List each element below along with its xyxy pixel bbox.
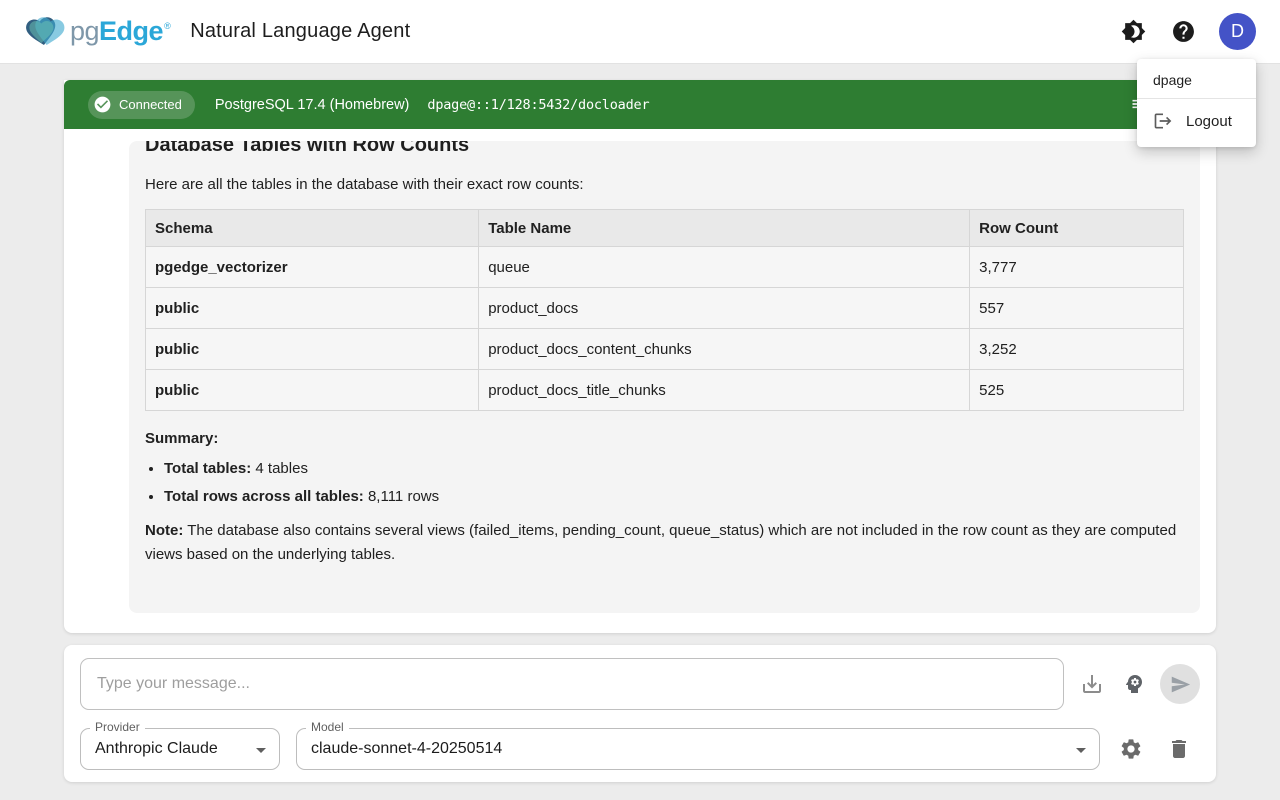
pgedge-logo-icon	[24, 13, 68, 51]
cell-schema: public	[146, 288, 479, 329]
cell-row-count: 3,777	[970, 247, 1184, 288]
psychology-icon	[1122, 672, 1146, 696]
trash-icon	[1167, 737, 1191, 761]
summary-list: Total tables: 4 tables Total rows across…	[145, 460, 1184, 505]
app-header: pgEdge® Natural Language Agent D	[0, 0, 1280, 64]
help-button[interactable]	[1169, 18, 1197, 46]
help-icon	[1171, 19, 1196, 44]
summary-label: Summary:	[145, 430, 1184, 447]
ai-insights-button[interactable]	[1115, 665, 1153, 703]
cell-row-count: 525	[970, 370, 1184, 411]
chevron-down-icon	[1076, 748, 1086, 753]
model-row: Provider Anthropic Claude Model claude-s…	[80, 728, 1200, 770]
table-row: pgedge_vectorizer queue 3,777	[146, 247, 1184, 288]
header-table-name: Table Name	[479, 210, 970, 247]
cell-schema: public	[146, 370, 479, 411]
connected-badge: Connected	[88, 91, 195, 119]
pgedge-logo: pgEdge®	[24, 13, 170, 51]
logout-menu-item[interactable]: Logout	[1137, 99, 1256, 143]
message-intro: Here are all the tables in the database …	[145, 176, 1184, 193]
model-select[interactable]: Model claude-sonnet-4-20250514	[296, 728, 1100, 770]
connected-badge-label: Connected	[119, 97, 182, 112]
user-menu: dpage Logout	[1137, 59, 1256, 147]
download-button[interactable]	[1073, 665, 1111, 703]
chat-card: Connected PostgreSQL 17.4 (Homebrew) dpa…	[64, 80, 1216, 633]
settings-button[interactable]	[1112, 730, 1150, 768]
pgedge-logo-text: pgEdge®	[70, 16, 170, 47]
cell-table-name: product_docs_title_chunks	[479, 370, 970, 411]
header-schema: Schema	[146, 210, 479, 247]
logout-icon	[1153, 111, 1173, 131]
menu-username: dpage	[1137, 59, 1256, 98]
table-header-row: Schema Table Name Row Count	[146, 210, 1184, 247]
connection-string: dpage@::1/128:5432/docloader	[427, 97, 649, 113]
provider-select-value: Anthropic Claude	[95, 740, 218, 758]
cell-schema: public	[146, 329, 479, 370]
cell-table-name: product_docs	[479, 288, 970, 329]
dark-mode-icon	[1121, 19, 1146, 44]
connection-status-bar: Connected PostgreSQL 17.4 (Homebrew) dpa…	[64, 80, 1216, 129]
check-circle-icon	[93, 95, 112, 114]
header-row-count: Row Count	[970, 210, 1184, 247]
composer-row	[80, 658, 1200, 710]
model-select-label: Model	[306, 720, 349, 734]
table-row: public product_docs 557	[146, 288, 1184, 329]
cell-row-count: 557	[970, 288, 1184, 329]
main-content: Connected PostgreSQL 17.4 (Homebrew) dpa…	[0, 64, 1280, 782]
cell-table-name: queue	[479, 247, 970, 288]
page-title: Natural Language Agent	[190, 20, 410, 43]
summary-item: Total tables: 4 tables	[164, 460, 1184, 477]
row-counts-table: Schema Table Name Row Count pgedge_vecto…	[145, 209, 1184, 411]
composer-card: Provider Anthropic Claude Model claude-s…	[64, 645, 1216, 782]
send-icon	[1170, 674, 1191, 695]
message-input[interactable]	[80, 658, 1064, 710]
provider-select-label: Provider	[90, 720, 145, 734]
summary-item: Total rows across all tables: 8,111 rows	[164, 488, 1184, 505]
cell-table-name: product_docs_content_chunks	[479, 329, 970, 370]
theme-toggle-button[interactable]	[1119, 18, 1147, 46]
model-select-value: claude-sonnet-4-20250514	[311, 740, 502, 758]
cell-schema: pgedge_vectorizer	[146, 247, 479, 288]
server-version: PostgreSQL 17.4 (Homebrew)	[215, 97, 410, 113]
message-heading: Database Tables with Row Counts	[145, 141, 1184, 157]
delete-button[interactable]	[1160, 730, 1198, 768]
chevron-down-icon	[256, 748, 266, 753]
header-actions: D	[1119, 13, 1256, 50]
provider-select[interactable]: Provider Anthropic Claude	[80, 728, 280, 770]
chat-scroll-area[interactable]: Database Tables with Row Counts Here are…	[64, 129, 1216, 633]
table-row: public product_docs_title_chunks 525	[146, 370, 1184, 411]
send-button[interactable]	[1160, 664, 1200, 704]
cell-row-count: 3,252	[970, 329, 1184, 370]
message-note: Note: The database also contains several…	[145, 519, 1184, 567]
table-row: public product_docs_content_chunks 3,252	[146, 329, 1184, 370]
avatar[interactable]: D	[1219, 13, 1256, 50]
gear-icon	[1119, 737, 1143, 761]
download-icon	[1080, 672, 1104, 696]
logout-label: Logout	[1186, 113, 1232, 130]
assistant-message: Database Tables with Row Counts Here are…	[129, 141, 1200, 613]
